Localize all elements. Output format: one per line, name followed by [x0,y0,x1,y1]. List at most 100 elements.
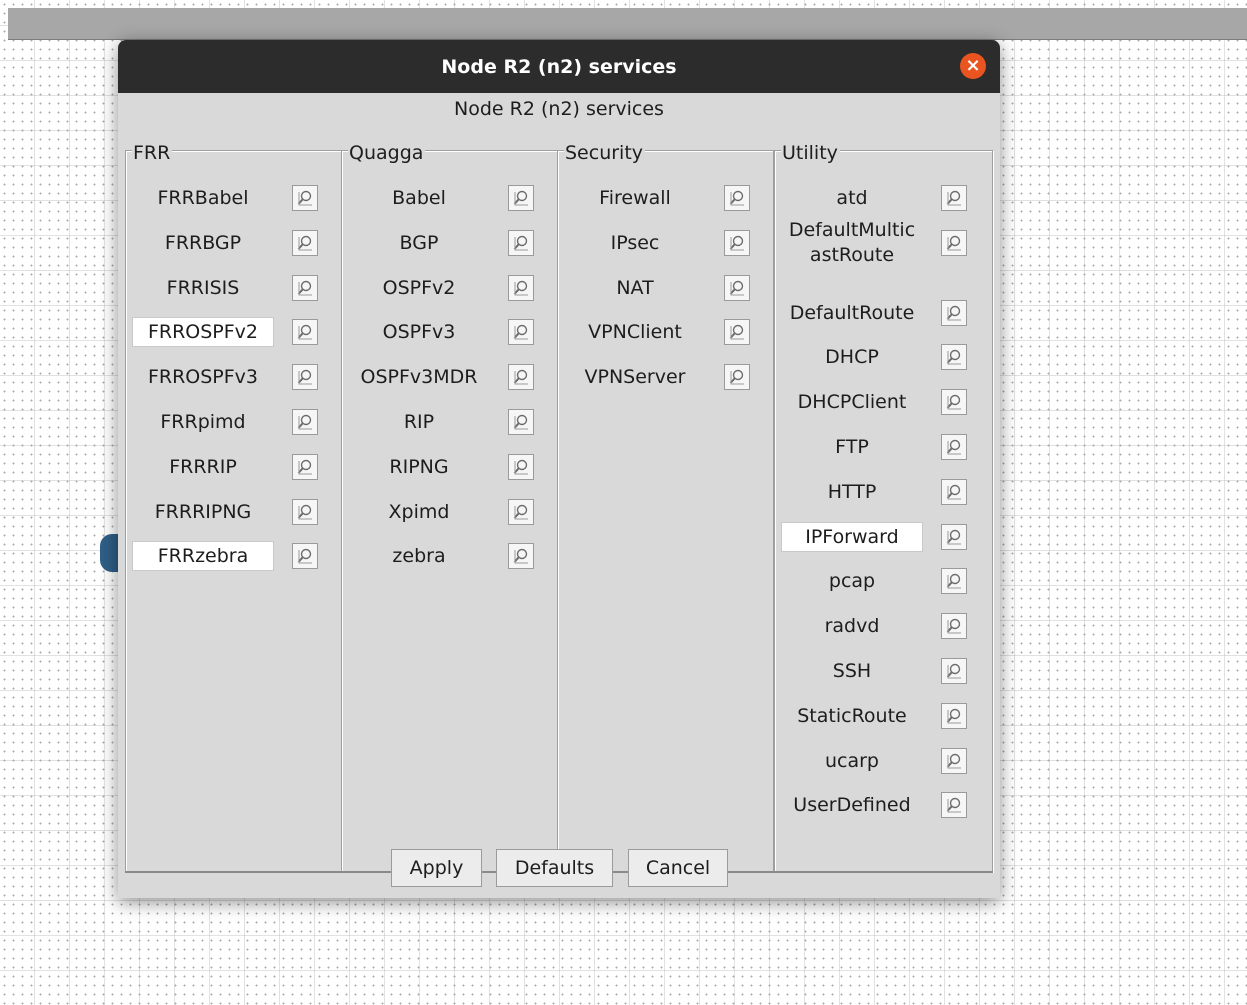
config-dhcpclient-button[interactable] [941,389,967,416]
config-radvd-button[interactable] [941,613,967,640]
config-bgp-button[interactable] [508,229,534,256]
config-firewall-button[interactable] [724,185,750,211]
config-ftp-button[interactable] [941,434,967,460]
config-staticroute-button[interactable] [941,702,967,729]
group-title: Security [564,142,646,164]
config-userdefined-button[interactable] [941,792,967,819]
magnifier-config-icon [513,414,528,430]
magnifier-config-icon [946,484,961,500]
service-row: VPNClient [564,318,764,346]
service-toggle-dhcpclient[interactable]: DHCPClient [781,388,923,416]
service-toggle-frrbgp[interactable]: FRRBGP [132,229,274,257]
apply-button[interactable]: Apply [391,849,482,887]
service-row: RIPNG [348,453,548,481]
service-toggle-staticroute[interactable]: StaticRoute [781,702,923,730]
config-ospfv3mdr-button[interactable] [508,364,534,391]
service-toggle-zebra[interactable]: zebra [348,542,490,570]
config-frrzebra-button[interactable] [292,543,318,570]
service-toggle-ipforward[interactable]: IPForward [781,521,923,552]
config-babel-button[interactable] [508,185,534,211]
magnifier-config-icon [946,753,961,769]
service-toggle-rip[interactable]: RIP [348,408,490,436]
service-toggle-xpimd[interactable]: Xpimd [348,498,490,526]
config-ripng-button[interactable] [508,453,534,480]
service-toggle-radvd[interactable]: radvd [781,612,923,640]
magnifier-config-icon [513,504,528,520]
close-icon[interactable]: × [960,53,986,79]
service-toggle-http[interactable]: HTTP [781,478,923,506]
service-toggle-ftp[interactable]: FTP [781,433,923,461]
service-toggle-ospfv3mdr[interactable]: OSPFv3MDR [348,363,490,391]
service-toggle-babel[interactable]: Babel [348,184,490,212]
defaults-button[interactable]: Defaults [496,849,613,887]
service-groups: FRR FRRBabel FRRBGP FRRISIS FRROSPFv2 FRROSPF… [125,142,993,874]
magnifier-config-icon [729,325,744,340]
config-frrripng-button[interactable] [292,498,318,525]
config-ssh-button[interactable] [941,658,967,684]
magnifier-config-icon [946,190,961,206]
config-rip-button[interactable] [508,409,534,435]
service-row: HTTP [781,478,981,506]
config-dhcp-button[interactable] [941,344,967,371]
service-toggle-pcap[interactable]: pcap [781,567,923,595]
service-toggle-frrpimd[interactable]: FRRpimd [132,408,274,436]
service-row: pcap [781,567,981,595]
group-frr: FRR FRRBabel FRRBGP FRRISIS FRROSPFv2 FRROSPF… [125,142,342,872]
service-toggle-frrzebra[interactable]: FRRzebra [132,541,274,572]
config-pcap-button[interactable] [941,568,967,595]
config-http-button[interactable] [941,478,967,505]
config-nat-button[interactable] [724,274,750,301]
magnifier-config-icon [513,190,528,206]
service-toggle-ipsec[interactable]: IPsec [564,229,706,257]
config-ospfv2-button[interactable] [508,274,534,301]
service-toggle-ucarp[interactable]: ucarp [781,747,923,775]
service-row: DHCPClient [781,388,981,416]
config-zebra-button[interactable] [508,543,534,570]
config-vpnserver-button[interactable] [724,364,750,391]
config-frrpimd-button[interactable] [292,409,318,435]
service-row: OSPFv3 [348,318,548,346]
service-toggle-frrospfv2[interactable]: FRROSPFv2 [132,317,274,348]
service-toggle-userdefined[interactable]: UserDefined [781,791,923,819]
service-toggle-dhcp[interactable]: DHCP [781,343,923,371]
service-row: OSPFv2 [348,274,548,302]
service-toggle-defaultroute[interactable]: DefaultRoute [781,299,923,327]
dialog-title: Node R2 (n2) services [441,55,677,78]
config-frrisis-button[interactable] [292,274,318,301]
cancel-button[interactable]: Cancel [628,849,728,887]
config-xpimd-button[interactable] [508,498,534,525]
service-toggle-ripng[interactable]: RIPNG [348,453,490,481]
service-toggle-defaultmulticastroute[interactable]: DefaultMulticastRoute [781,218,923,268]
config-defaultmulticastroute-button[interactable] [941,229,967,256]
config-frrrip-button[interactable] [292,453,318,480]
service-toggle-frrripng[interactable]: FRRRIPNG [132,498,274,526]
config-vpnclient-button[interactable] [724,319,750,346]
config-frrospfv3-button[interactable] [292,364,318,391]
service-toggle-ssh[interactable]: SSH [781,657,923,685]
config-atd-button[interactable] [941,185,967,211]
config-ospfv3-button[interactable] [508,319,534,346]
config-defaultroute-button[interactable] [941,299,967,326]
service-toggle-frrbabel[interactable]: FRRBabel [132,184,274,212]
service-toggle-frrospfv3[interactable]: FRROSPFv3 [132,363,274,391]
service-toggle-ospfv2[interactable]: OSPFv2 [348,274,490,302]
config-ucarp-button[interactable] [941,747,967,774]
group-title: FRR [132,142,173,164]
service-toggle-vpnserver[interactable]: VPNServer [564,363,706,391]
service-toggle-firewall[interactable]: Firewall [564,184,706,212]
service-toggle-vpnclient[interactable]: VPNClient [564,318,706,346]
config-ipforward-button[interactable] [941,523,967,550]
service-row: SSH [781,658,981,684]
config-frrospfv2-button[interactable] [292,319,318,346]
service-row: FRROSPFv3 [132,363,332,391]
config-ipsec-button[interactable] [724,229,750,256]
service-toggle-nat[interactable]: NAT [564,274,706,302]
service-toggle-atd[interactable]: atd [781,184,923,212]
service-toggle-frrrip[interactable]: FRRRIP [132,453,274,481]
service-toggle-ospfv3[interactable]: OSPFv3 [348,318,490,346]
magnifier-config-icon [513,369,528,385]
config-frrbabel-button[interactable] [292,185,318,211]
service-toggle-frrisis[interactable]: FRRISIS [132,274,274,302]
config-frrbgp-button[interactable] [292,229,318,256]
service-toggle-bgp[interactable]: BGP [348,229,490,257]
